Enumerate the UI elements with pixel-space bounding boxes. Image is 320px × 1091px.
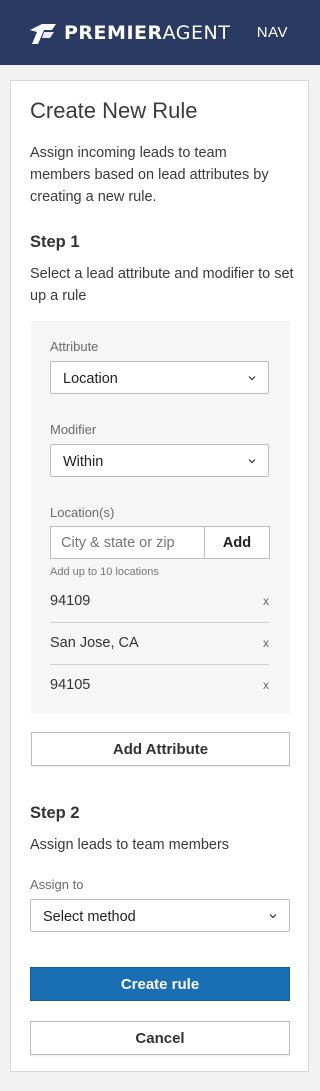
location-item: 94109 x xyxy=(50,581,269,623)
location-item-text: San Jose, CA xyxy=(50,635,139,651)
location-item-text: 94105 xyxy=(50,677,91,693)
create-rule-card: Create New Rule Assign incoming leads to… xyxy=(10,80,309,1072)
brand-light: AGENT xyxy=(162,22,231,44)
location-item-text: 94109 xyxy=(50,593,91,609)
location-input[interactable] xyxy=(50,526,205,559)
premier-agent-logo-icon xyxy=(30,24,56,44)
attribute-select[interactable]: Location xyxy=(50,361,269,394)
chevron-down-icon xyxy=(248,376,256,381)
step1-description: Select a lead attribute and modifier to … xyxy=(30,266,294,304)
modifier-select[interactable]: Within xyxy=(50,444,269,477)
remove-location-icon[interactable]: x xyxy=(263,636,269,650)
modifier-label: Modifier xyxy=(50,422,97,437)
nav-button[interactable]: NAV xyxy=(257,24,288,41)
intro-text: Assign incoming leads to team members ba… xyxy=(30,145,269,205)
add-attribute-button[interactable]: Add Attribute xyxy=(31,732,290,766)
page-title: Create New Rule xyxy=(30,98,198,123)
step1-heading: Step 1 xyxy=(30,233,80,251)
locations-label: Location(s) xyxy=(50,505,115,520)
location-item: San Jose, CA x xyxy=(50,623,269,665)
locations-hint: Add up to 10 locations xyxy=(50,566,159,578)
attribute-label: Attribute xyxy=(50,339,99,354)
chevron-down-icon xyxy=(269,914,277,919)
brand-bold: PREMIER xyxy=(64,22,163,44)
attribute-select-value: Location xyxy=(63,371,118,387)
assign-to-label: Assign to xyxy=(30,877,84,892)
brand-name: PREMIERAGENT xyxy=(64,22,230,44)
step2-heading: Step 2 xyxy=(30,804,80,822)
add-location-button[interactable]: Add xyxy=(204,526,270,559)
chevron-down-icon xyxy=(248,459,256,464)
top-nav-bar: PREMIERAGENT NAV xyxy=(0,0,320,65)
remove-location-icon[interactable]: x xyxy=(263,594,269,608)
assign-method-select[interactable]: Select method xyxy=(30,899,290,932)
step2-description: Assign leads to team members xyxy=(30,837,230,853)
remove-location-icon[interactable]: x xyxy=(263,678,269,692)
assign-method-select-value: Select method xyxy=(43,909,136,925)
location-item: 94105 x xyxy=(50,665,269,707)
cancel-button[interactable]: Cancel xyxy=(30,1021,290,1055)
modifier-select-value: Within xyxy=(63,454,104,470)
attribute-panel: Attribute Location Modifier Within Locat… xyxy=(31,321,290,713)
create-rule-button[interactable]: Create rule xyxy=(30,967,290,1001)
